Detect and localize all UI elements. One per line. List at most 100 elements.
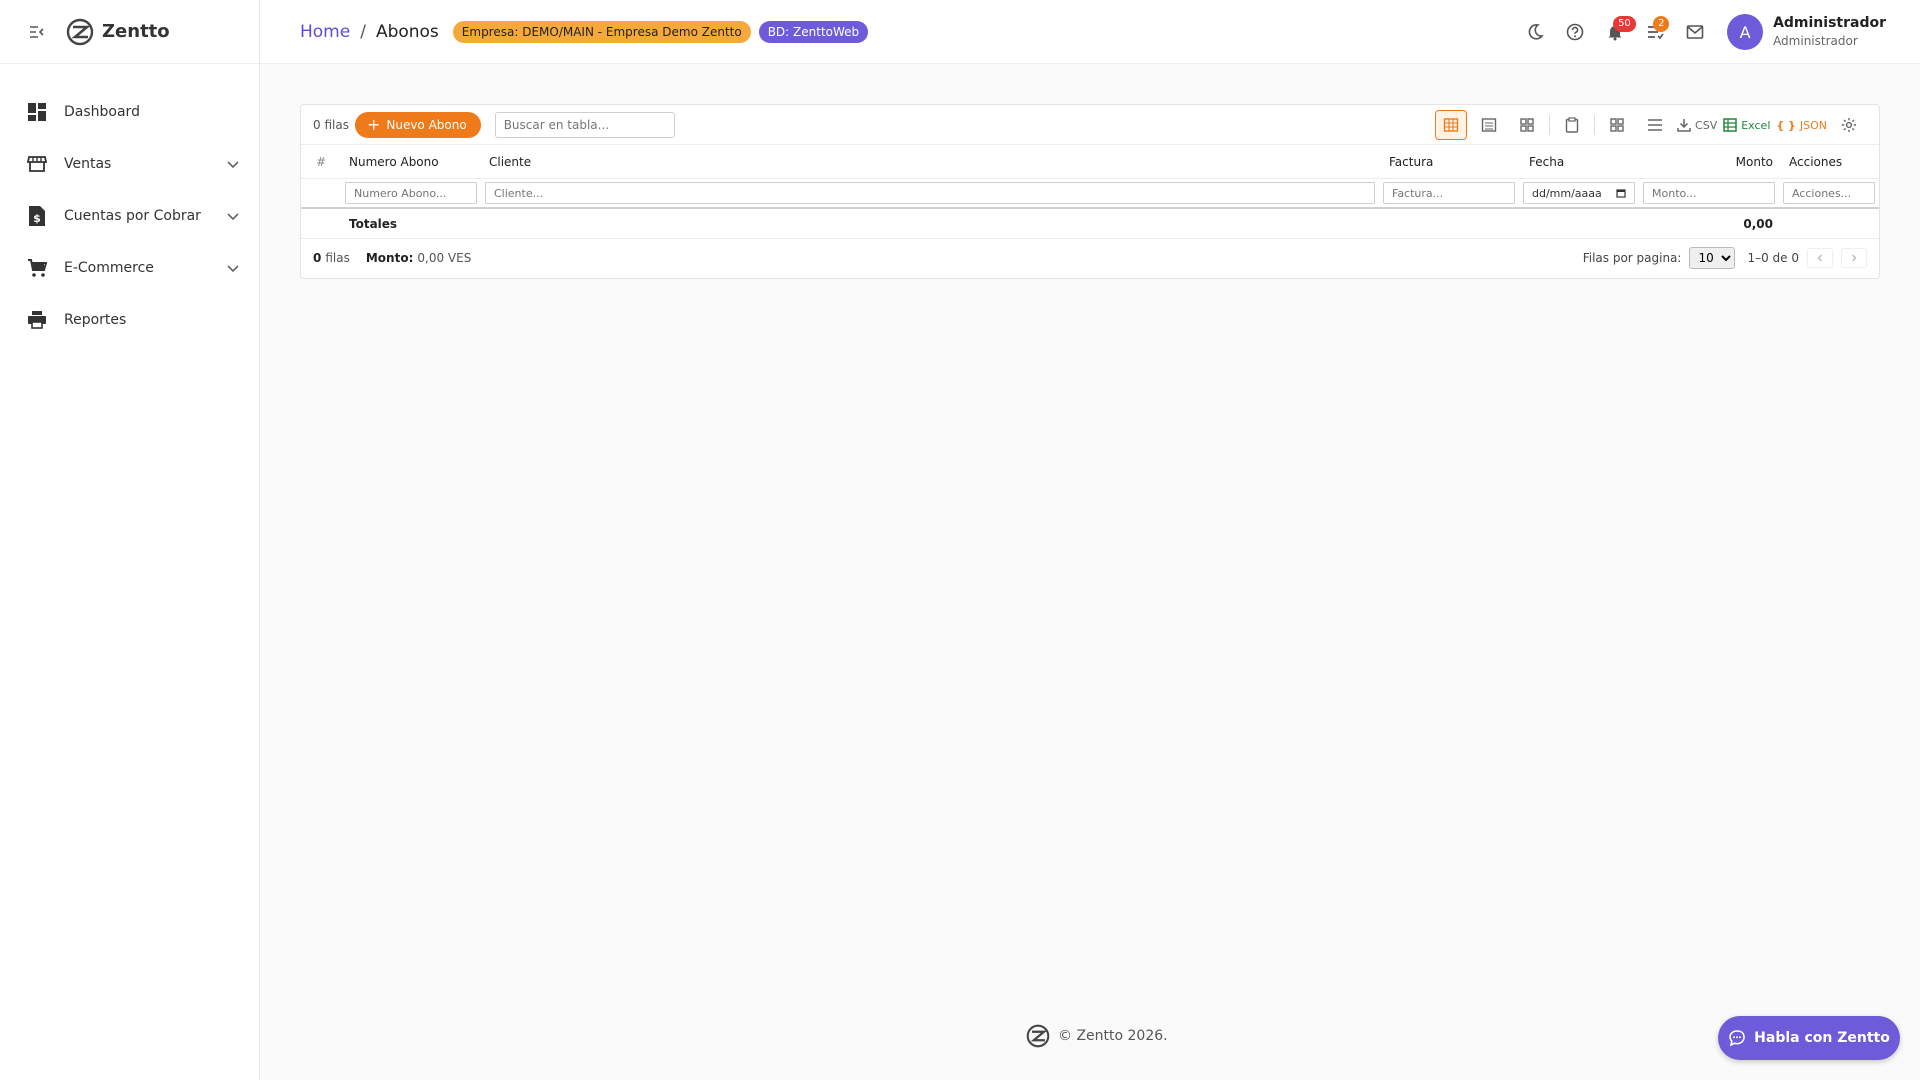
chevron-down-icon[interactable] — [225, 208, 241, 224]
tasks-badge: 2 — [1653, 16, 1670, 32]
rows-per-page-select[interactable]: 10 — [1689, 247, 1736, 269]
toolbar-divider — [1549, 115, 1551, 135]
user-info[interactable]: Administrador Administrador — [1773, 14, 1886, 50]
new-abono-button[interactable]: + Nuevo Abono — [354, 111, 481, 138]
new-abono-label: Nuevo Abono — [386, 117, 467, 132]
sidebar-item-ventas[interactable]: Ventas — [0, 138, 259, 190]
totals-row: Totales 0,00 — [301, 209, 1879, 239]
column-header-cliente[interactable]: Cliente — [481, 155, 1381, 169]
list-view-button[interactable] — [1473, 110, 1505, 140]
filter-cliente-input[interactable] — [485, 182, 1375, 204]
chevron-down-icon[interactable] — [225, 260, 241, 276]
footer-monto-label: Monto: — [365, 251, 414, 265]
chevron-down-icon[interactable] — [225, 156, 241, 172]
totals-monto: 0,00 — [1743, 216, 1773, 231]
rows-count: 0 filas — [313, 117, 349, 132]
user-name: Administrador — [1773, 15, 1886, 31]
toolbar-actions: CSV Excel { } JSON — [1429, 105, 1865, 145]
page-footer: © Zentto 2026. — [1026, 1024, 1168, 1048]
brand[interactable]: Zentto — [66, 18, 170, 46]
column-header-factura[interactable]: Factura — [1381, 155, 1521, 169]
totals-label: Totales — [349, 216, 398, 231]
filter-row: dd/mm/aaaa — [301, 179, 1879, 209]
chevron-left-icon — [1817, 254, 1822, 262]
chat-bubble-icon — [1729, 1030, 1745, 1047]
sidebar-item-label: Cuentas por Cobrar — [64, 208, 201, 224]
table-header: # Numero Abono Cliente Factura Fecha Mon… — [301, 145, 1879, 179]
sidebar-item-label: Reportes — [64, 312, 127, 328]
excel-table-icon — [1723, 118, 1737, 132]
export-json-label: JSON — [1799, 118, 1827, 132]
card-view-button[interactable] — [1511, 110, 1543, 140]
next-page-button[interactable] — [1841, 248, 1867, 268]
breadcrumb: Home / Abonos — [300, 22, 439, 42]
zentto-logo-icon — [1026, 1024, 1050, 1048]
column-header-monto[interactable]: Monto — [1641, 155, 1781, 169]
table-grid-icon — [1443, 118, 1459, 132]
top-header: Home / Abonos Empresa: DEMO/MAIN - Empre… — [260, 0, 1920, 64]
export-excel-button[interactable]: Excel — [1723, 110, 1770, 140]
invoice-dollar-icon: $ — [26, 205, 48, 227]
column-header-acciones: Acciones — [1789, 154, 1843, 169]
dark-mode-toggle-icon[interactable] — [1515, 12, 1555, 52]
table-footer: 0 filas Monto: 0,00 VES Filas por pagina… — [301, 239, 1879, 277]
download-icon — [1677, 119, 1691, 132]
pagination: Filas por pagina: 10 1–0 de 0 — [1583, 239, 1867, 277]
chat-assistant-button[interactable]: Habla con Zentto — [1718, 1016, 1900, 1060]
table-view-button[interactable] — [1435, 110, 1468, 140]
sidebar-item-cuentas-por-cobrar[interactable]: $ Cuentas por Cobrar — [0, 190, 259, 242]
notifications-badge: 50 — [1613, 16, 1636, 32]
user-role: Administrador — [1773, 34, 1858, 48]
density-button[interactable] — [1639, 110, 1671, 140]
table-search-input[interactable] — [494, 111, 675, 138]
grid-apps-icon — [1610, 118, 1624, 132]
export-csv-button[interactable]: CSV — [1677, 110, 1717, 140]
breadcrumb-home-link[interactable]: Home — [300, 22, 350, 42]
table-toolbar: 0 filas + Nuevo Abono Buscar en tabla...… — [301, 105, 1879, 145]
page-title: Abonos — [375, 21, 439, 42]
filter-fecha-input[interactable]: dd/mm/aaaa — [1523, 182, 1635, 204]
toolbar-divider — [1594, 115, 1596, 135]
sidebar: Zentto Dashboard Ventas $ Cuentas por Co… — [0, 0, 260, 1080]
brand-name: Zentto — [102, 21, 170, 42]
help-icon[interactable] — [1555, 12, 1595, 52]
copy-clipboard-button[interactable] — [1556, 110, 1588, 140]
column-header-numero-abono[interactable]: Numero Abono — [341, 155, 481, 169]
braces-icon: { } — [1776, 118, 1796, 132]
chevron-right-icon — [1852, 254, 1857, 262]
sidebar-item-reportes[interactable]: Reportes — [0, 294, 259, 346]
header-actions: 50 2 A Administrador Administrador — [1515, 0, 1886, 64]
calendar-icon[interactable] — [1616, 188, 1626, 198]
rows-per-page-label: Filas por pagina: — [1582, 251, 1682, 265]
table-settings-button[interactable] — [1833, 110, 1865, 140]
column-header-fecha[interactable]: Fecha — [1521, 155, 1641, 169]
export-excel-label: Excel — [1741, 118, 1771, 132]
page-range: 1–0 de 0 — [1747, 251, 1799, 265]
store-icon — [26, 153, 48, 175]
density-lines-icon — [1648, 119, 1663, 131]
empresa-chip[interactable]: Empresa: DEMO/MAIN - Empresa Demo Zentto — [452, 20, 751, 43]
footer-row-count: 0 — [313, 251, 322, 265]
export-json-button[interactable]: { } JSON — [1776, 110, 1827, 140]
sidebar-item-label: E-Commerce — [64, 260, 154, 276]
group-columns-button[interactable] — [1601, 110, 1633, 140]
database-chip[interactable]: BD: ZenttoWeb — [758, 20, 869, 43]
chat-assistant-label: Habla con Zentto — [1754, 1030, 1890, 1046]
tasks-list-icon[interactable]: 2 — [1635, 12, 1675, 52]
list-view-icon — [1481, 118, 1497, 132]
filter-monto-input[interactable] — [1643, 182, 1775, 204]
clipboard-icon — [1565, 117, 1579, 133]
mail-icon[interactable] — [1675, 12, 1715, 52]
sidebar-item-dashboard[interactable]: Dashboard — [0, 86, 259, 138]
prev-page-button[interactable] — [1807, 248, 1833, 268]
column-header-index: # — [315, 154, 327, 169]
sidebar-item-e-commerce[interactable]: E-Commerce — [0, 242, 259, 294]
avatar[interactable]: A — [1727, 14, 1764, 50]
sidebar-nav: Dashboard Ventas $ Cuentas por Cobrar E-… — [0, 64, 259, 346]
filter-numero-abono-input[interactable] — [345, 182, 477, 204]
filter-acciones-input[interactable] — [1783, 182, 1875, 204]
footer-row-suffix: filas — [325, 251, 350, 265]
menu-collapse-icon[interactable] — [28, 23, 46, 41]
filter-factura-input[interactable] — [1383, 182, 1515, 204]
notifications-bell-icon[interactable]: 50 — [1595, 12, 1636, 52]
